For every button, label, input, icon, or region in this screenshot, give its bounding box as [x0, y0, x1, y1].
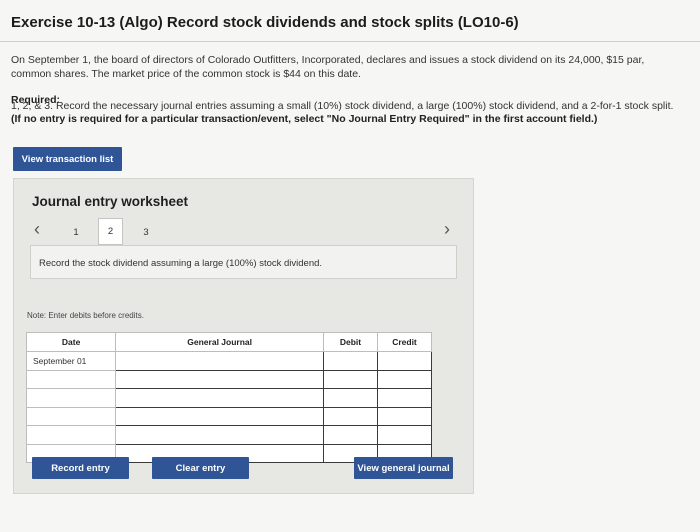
chevron-left-icon[interactable]: ‹	[34, 220, 40, 238]
debit-field[interactable]	[322, 425, 378, 445]
instruction-box: Record the stock dividend assuming a lar…	[30, 245, 457, 279]
required-body: 1, 2, & 3. Record the necessary journal …	[11, 100, 674, 112]
table-row	[25, 425, 433, 445]
table-row	[25, 369, 433, 389]
worksheet-pager: ‹ 1 2 3 ›	[14, 216, 473, 246]
chevron-right-icon[interactable]: ›	[444, 220, 450, 238]
general-journal-header: General Journal	[115, 332, 324, 352]
clear-entry-button[interactable]: Clear entry	[152, 457, 249, 479]
credit-field[interactable]	[376, 425, 433, 445]
date-cell[interactable]	[25, 369, 117, 389]
account-field[interactable]	[115, 388, 324, 408]
account-field[interactable]	[115, 406, 324, 426]
debit-header: Debit	[322, 332, 378, 352]
account-field[interactable]	[115, 369, 324, 389]
date-cell[interactable]	[25, 388, 117, 408]
view-general-journal-button[interactable]: View general journal	[354, 457, 453, 479]
worksheet-instruction: Record the stock dividend assuming a lar…	[39, 258, 323, 269]
credit-field[interactable]	[376, 369, 433, 389]
credit-field[interactable]	[376, 388, 433, 408]
required-bold-instruction: (If no entry is required for a particula…	[11, 113, 598, 125]
page-title: Exercise 10-13 (Algo) Record stock divid…	[11, 14, 519, 31]
journal-header-row: Date General Journal Debit Credit	[25, 332, 433, 352]
date-cell[interactable]	[25, 406, 117, 426]
page-2-tab[interactable]: 2	[98, 218, 123, 245]
credit-field[interactable]	[376, 351, 433, 371]
journal-entry-worksheet-panel: Journal entry worksheet ‹ 1 2 3 › Record…	[13, 178, 474, 494]
view-transaction-list-button[interactable]: View transaction list	[13, 147, 122, 171]
debit-field[interactable]	[322, 388, 378, 408]
table-row: September 01	[25, 351, 433, 371]
required-text: 1, 2, & 3. Record the necessary journal …	[11, 100, 681, 126]
record-entry-button[interactable]: Record entry	[32, 457, 129, 479]
date-header: Date	[25, 332, 117, 352]
table-row	[25, 406, 433, 426]
account-field[interactable]	[115, 425, 324, 445]
page-1-tab[interactable]: 1	[65, 219, 87, 245]
date-cell[interactable]	[25, 425, 117, 445]
table-row	[25, 388, 433, 408]
debit-field[interactable]	[322, 351, 378, 371]
debit-field[interactable]	[322, 406, 378, 426]
worksheet-title: Journal entry worksheet	[32, 194, 189, 209]
title-divider	[0, 41, 700, 42]
entry-note: Note: Enter debits before credits.	[27, 311, 144, 320]
debit-field[interactable]	[322, 369, 378, 389]
date-cell[interactable]: September 01	[25, 351, 117, 371]
problem-statement: On September 1, the board of directors o…	[11, 54, 645, 80]
credit-field[interactable]	[376, 406, 433, 426]
page-3-tab[interactable]: 3	[135, 219, 157, 245]
journal-table: Date General Journal Debit Credit Septem…	[25, 332, 433, 463]
account-field[interactable]	[115, 351, 324, 371]
credit-header: Credit	[376, 332, 433, 352]
